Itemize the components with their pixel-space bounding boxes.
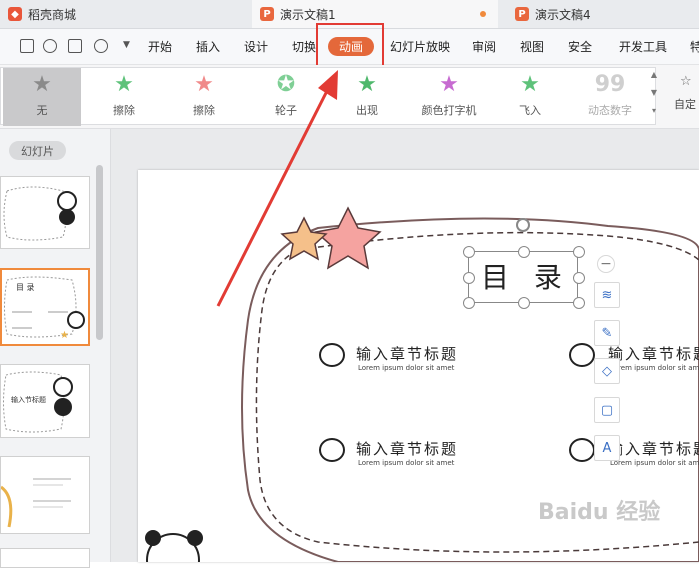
unsaved-dot-icon bbox=[480, 11, 486, 17]
section-subtitle[interactable]: Lorem ipsum dolor sit amet bbox=[610, 364, 699, 372]
svg-text:★: ★ bbox=[60, 330, 69, 341]
menu-developer[interactable]: 开发工具 bbox=[619, 38, 667, 55]
panda-icon bbox=[319, 343, 345, 367]
effect-none[interactable]: ★ 无 bbox=[3, 68, 81, 126]
menu-security[interactable]: 安全 bbox=[568, 38, 592, 55]
section-title[interactable]: 输入章节标题 bbox=[356, 343, 458, 364]
tab-label: 演示文稿1 bbox=[280, 7, 336, 22]
gallery-expand-icon[interactable]: ▾ bbox=[648, 106, 660, 122]
resize-handle[interactable] bbox=[463, 297, 475, 309]
star-gray-icon: ★ bbox=[32, 72, 52, 97]
chevron-down-icon[interactable]: ▼ bbox=[123, 40, 130, 50]
menu-insert[interactable]: 插入 bbox=[196, 38, 220, 55]
section-subtitle[interactable]: Lorem ipsum dolor sit amet bbox=[358, 459, 454, 467]
slide-thumbnail-1[interactable] bbox=[0, 176, 90, 249]
slide-thumbnail-3[interactable]: 输入节标题 bbox=[0, 364, 90, 438]
effect-wheel[interactable]: ✪ 轮子 bbox=[247, 68, 325, 126]
star-green-icon: ★ bbox=[114, 72, 134, 97]
effect-label: 轮子 bbox=[275, 104, 297, 117]
menu-transition[interactable]: 切换 bbox=[292, 38, 316, 55]
slide-panel-scrollbar[interactable] bbox=[96, 165, 103, 340]
menu-view[interactable]: 视图 bbox=[520, 38, 544, 55]
section-title[interactable]: 输入章节标题 bbox=[608, 438, 699, 459]
effect-dynamic-number[interactable]: 99 动态数字 bbox=[571, 68, 649, 126]
tab-label: 稻壳商城 bbox=[28, 7, 77, 22]
menu-slideshow[interactable]: 幻灯片放映 bbox=[390, 38, 450, 55]
print-icon[interactable] bbox=[68, 39, 82, 53]
brush-icon[interactable]: ✎ bbox=[594, 320, 620, 346]
frame-icon[interactable]: ▢ bbox=[594, 397, 620, 423]
effect-label: 擦除 bbox=[193, 104, 215, 117]
resize-handle[interactable] bbox=[463, 272, 475, 284]
star-wheel-icon: ✪ bbox=[276, 72, 296, 97]
gallery-scroll-up-icon[interactable]: ▲ bbox=[648, 70, 660, 86]
menu-home[interactable]: 开始 bbox=[148, 38, 172, 55]
tab-docer-mall[interactable]: ◆ 稻壳商城 bbox=[0, 0, 250, 28]
thumbnail-title: 输入节标题 bbox=[11, 396, 46, 404]
effect-appear[interactable]: ★ 出现 bbox=[328, 68, 406, 126]
effect-label: 动态数字 bbox=[588, 104, 632, 117]
tab-presentation-4[interactable]: P 演示文稿4 bbox=[507, 0, 699, 28]
menu-design[interactable]: 设计 bbox=[244, 38, 268, 55]
layers-icon[interactable]: ≋ bbox=[594, 282, 620, 308]
thumbnail-title: 目 录 bbox=[16, 283, 35, 292]
ppt-icon: P bbox=[515, 7, 529, 21]
slide-title[interactable]: 目 录 bbox=[481, 256, 570, 296]
print-preview-icon[interactable] bbox=[94, 39, 108, 53]
number-99-icon: 99 bbox=[594, 72, 626, 97]
save-icon[interactable] bbox=[20, 39, 34, 53]
star-green-icon: ★ bbox=[357, 72, 377, 97]
panda-icon bbox=[569, 343, 595, 367]
resize-handle[interactable] bbox=[573, 272, 585, 284]
thumbnail-frame bbox=[3, 186, 77, 241]
slides-tab[interactable]: 幻灯片 bbox=[9, 141, 66, 160]
custom-animation-icon[interactable]: ☆ bbox=[680, 74, 692, 89]
resize-handle[interactable] bbox=[518, 246, 530, 258]
highlight-box bbox=[316, 23, 384, 69]
ppt-icon: P bbox=[260, 7, 274, 21]
effect-label: 飞入 bbox=[519, 104, 541, 117]
menu-review[interactable]: 审阅 bbox=[472, 38, 496, 55]
rotate-handle-icon[interactable] bbox=[516, 218, 530, 232]
effect-fly-in[interactable]: ★ 飞入 bbox=[491, 68, 569, 126]
effect-wipe-2[interactable]: ★ 擦除 bbox=[165, 68, 243, 126]
gallery-scroll-down-icon[interactable]: ▼ bbox=[648, 88, 660, 104]
slide-thumbnail-2[interactable]: ★ 目 录 bbox=[0, 268, 90, 346]
watermark: Baidu 经验 bbox=[538, 500, 661, 525]
effect-label: 出现 bbox=[356, 104, 378, 117]
animation-gallery: ★ 无 ★ 擦除 ★ 擦除 ✪ 轮子 ★ 出现 ★ 颜色打字机 ★ 飞入 99 … bbox=[0, 67, 656, 126]
text-format-icon[interactable]: A bbox=[594, 435, 620, 461]
effect-label: 颜色打字机 bbox=[421, 104, 477, 117]
fill-icon[interactable]: ◇ bbox=[594, 358, 620, 384]
resize-handle[interactable] bbox=[573, 297, 585, 309]
effect-label: 无 bbox=[36, 104, 48, 117]
resize-handle[interactable] bbox=[573, 246, 585, 258]
section-subtitle[interactable]: Lorem ipsum dolor sit amet bbox=[610, 459, 699, 467]
star-red-icon: ★ bbox=[194, 72, 214, 97]
export-pdf-icon[interactable] bbox=[43, 39, 57, 53]
tab-label: 演示文稿4 bbox=[535, 7, 591, 22]
menu-more[interactable]: 特 bbox=[690, 38, 699, 55]
effect-label: 擦除 bbox=[113, 104, 135, 117]
slide-thumbnail-5[interactable] bbox=[0, 548, 90, 568]
effect-wipe-1[interactable]: ★ 擦除 bbox=[85, 68, 163, 126]
thumbnail-frame bbox=[1, 478, 71, 528]
resize-handle[interactable] bbox=[463, 246, 475, 258]
panda-icon bbox=[569, 438, 595, 462]
star-multicolor-icon: ★ bbox=[439, 72, 459, 97]
pink-star-icon bbox=[314, 206, 382, 270]
resize-handle[interactable] bbox=[518, 297, 530, 309]
section-title[interactable]: 输入章节标题 bbox=[608, 343, 699, 364]
section-subtitle[interactable]: Lorem ipsum dolor sit amet bbox=[358, 364, 454, 372]
minus-icon[interactable]: − bbox=[597, 255, 615, 273]
effect-color-typewriter[interactable]: ★ 颜色打字机 bbox=[409, 68, 489, 126]
slide-thumbnail-4[interactable] bbox=[0, 456, 90, 534]
thumbnail-frame: ★ bbox=[4, 276, 85, 341]
custom-animation-label[interactable]: 自定 bbox=[674, 96, 696, 112]
orange-star-icon bbox=[280, 216, 328, 261]
panda-icon bbox=[319, 438, 345, 462]
docer-icon: ◆ bbox=[8, 7, 22, 21]
star-fly-icon: ★ bbox=[520, 72, 540, 97]
section-title[interactable]: 输入章节标题 bbox=[356, 438, 458, 459]
